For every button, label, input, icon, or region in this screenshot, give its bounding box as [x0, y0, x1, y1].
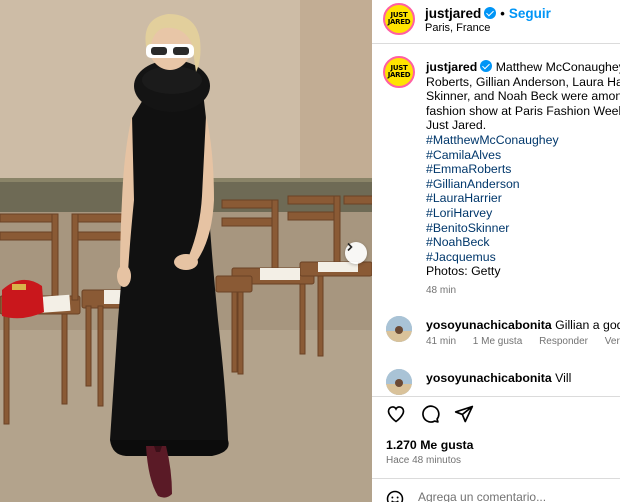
post-caption: justjared Matthew McConaughey an Roberts…: [426, 60, 620, 299]
comment-text: yosoyunachicabonita Gillian a goddess: [426, 318, 620, 332]
add-comment-bar: [386, 490, 620, 502]
reply-button[interactable]: Responder: [539, 336, 588, 347]
heart-icon: [387, 406, 405, 423]
post-location[interactable]: Paris, France: [425, 22, 490, 34]
translate-button[interactable]: Ver traducción: [605, 336, 620, 347]
post-actions: [386, 404, 474, 424]
actions-divider: [372, 396, 620, 397]
carousel-next-button[interactable]: [345, 242, 367, 264]
commenter-avatar-image: [386, 369, 412, 395]
comment-icon: [422, 405, 440, 423]
send-icon: [454, 405, 474, 423]
header-divider: [372, 43, 620, 44]
caption-line: justjared Matthew McConaughey an: [426, 60, 620, 75]
comment-body: Gillian a goddess: [555, 318, 620, 332]
likes-count[interactable]: 1.270 Me gusta: [386, 438, 473, 452]
avatar-logo-text: JUST JARED: [387, 11, 411, 26]
hashtag-link[interactable]: #LauraHarrier: [426, 191, 620, 206]
caption-avatar-logo-text: JUST JARED: [387, 64, 411, 79]
verified-badge-icon: [480, 60, 493, 72]
hashtag-link[interactable]: #LoriHarvey: [426, 206, 620, 221]
follow-button[interactable]: Seguir: [509, 6, 551, 21]
commenter-avatar-image: [386, 316, 412, 342]
post-photo[interactable]: [0, 0, 372, 502]
separator-dot: •: [500, 6, 505, 21]
comment-text: yosoyunachicabonita Vill: [426, 371, 571, 385]
comment-body: Vill: [555, 371, 572, 385]
caption-line: fashion show at Paris Fashion Week on: [426, 103, 620, 118]
author-username[interactable]: justjared: [425, 6, 481, 21]
hashtag-link[interactable]: #GillianAnderson: [426, 177, 620, 192]
emoji-icon: [386, 490, 404, 502]
caption-username[interactable]: justjared: [426, 60, 477, 74]
caption-timestamp[interactable]: 48 min: [426, 284, 620, 299]
comment-item: yosoyunachicabonita Vill: [386, 369, 620, 395]
hashtag-link[interactable]: #Jacquemus: [426, 250, 620, 265]
hashtag-link[interactable]: #BenitoSkinner: [426, 221, 620, 236]
hashtag-link[interactable]: #EmmaRoberts: [426, 162, 620, 177]
post-header-title: justjared • Seguir: [425, 6, 551, 21]
emoji-button[interactable]: [386, 490, 404, 502]
post-side-panel: JUST JARED justjared • Seguir Paris, Franc…: [372, 0, 620, 502]
comment-likes[interactable]: 1 Me gusta: [473, 336, 522, 347]
posted-time[interactable]: Hace 48 minutos: [386, 455, 461, 466]
comment-input-divider: [372, 478, 620, 479]
comment-input[interactable]: [418, 490, 618, 502]
comment-meta: 41 min 1 Me gusta Responder Ver traducci…: [426, 336, 620, 347]
caption-text: Matthew McConaughey an: [495, 60, 620, 74]
share-button[interactable]: [454, 404, 474, 424]
comment-time[interactable]: 41 min: [426, 336, 456, 347]
hashtag-link[interactable]: #CamilaAlves: [426, 148, 620, 163]
comment-username[interactable]: yosoyunachicabonita: [426, 371, 552, 385]
comment-item: yosoyunachicabonita Gillian a goddess 41…: [386, 316, 620, 356]
hashtag-link[interactable]: #NoahBeck: [426, 235, 620, 250]
commenter-avatar[interactable]: [386, 316, 412, 342]
comment-button[interactable]: [420, 404, 440, 424]
comment-username[interactable]: yosoyunachicabonita: [426, 318, 552, 332]
verified-badge-icon: [484, 7, 497, 19]
like-button[interactable]: [386, 404, 406, 424]
caption-line: Skinner, and Noah Beck were among th: [426, 89, 620, 104]
caption-author-avatar[interactable]: JUST JARED: [383, 56, 415, 88]
caption-line: Just Jared.: [426, 118, 487, 133]
post-photo-illustration: [0, 0, 372, 502]
hashtag-link[interactable]: #MatthewMcConaughey: [426, 133, 620, 148]
chevron-right-icon: [347, 242, 353, 252]
caption-line: Roberts, Gillian Anderson, Laura Harrie: [426, 74, 620, 89]
photo-credit: Photos: Getty: [426, 264, 501, 279]
commenter-avatar[interactable]: [386, 369, 412, 395]
author-avatar[interactable]: JUST JARED: [383, 3, 415, 35]
